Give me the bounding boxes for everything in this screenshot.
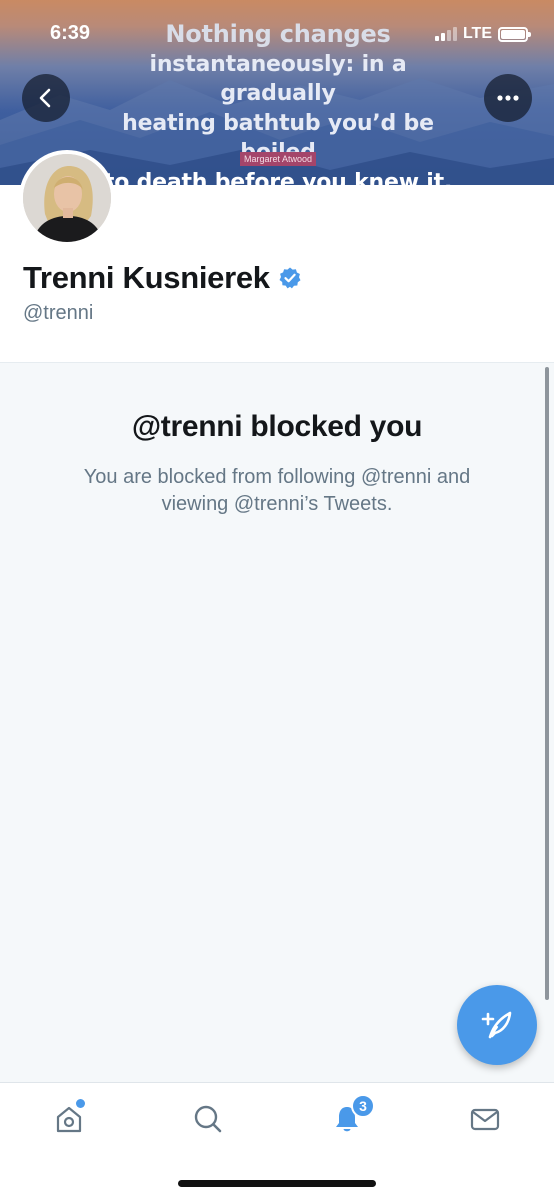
tab-notifications[interactable]: 3 — [327, 1094, 375, 1139]
compose-tweet-icon — [481, 1011, 512, 1039]
verified-badge-icon — [279, 267, 301, 289]
profile-photo — [23, 154, 111, 242]
home-indicator[interactable] — [178, 1180, 376, 1187]
tab-messages[interactable] — [465, 1099, 505, 1139]
mail-icon — [470, 1108, 500, 1131]
status-time: 6:39 — [50, 22, 91, 44]
quote-line: instantaneously: in a gradually — [149, 51, 407, 107]
blocked-message: You are blocked from following @trenni a… — [83, 466, 471, 515]
network-type: LTE — [462, 25, 492, 42]
more-horizontal-icon — [497, 95, 519, 101]
back-button[interactable] — [22, 74, 70, 122]
profile-handle: @trenni — [23, 302, 94, 324]
quote-line: Nothing changes — [165, 20, 391, 48]
search-icon — [194, 1105, 222, 1133]
tab-search[interactable] — [188, 1099, 228, 1139]
status-indicators: LTE — [434, 25, 531, 43]
battery-icon — [498, 26, 531, 42]
compose-tweet-button[interactable] — [457, 985, 537, 1065]
blocked-title: @trenni blocked you — [131, 410, 423, 443]
profile-photo-image — [23, 154, 111, 242]
scrollbar[interactable] — [545, 367, 549, 1000]
notifications-badge: 3 — [351, 1094, 375, 1118]
chevron-left-icon — [39, 88, 51, 108]
more-options-button[interactable] — [484, 74, 532, 122]
avatar[interactable] — [19, 150, 115, 246]
signal-strength-icon — [434, 27, 457, 41]
tab-home[interactable] — [49, 1099, 89, 1139]
profile-name: Trenni Kusnierek — [23, 260, 270, 295]
quote-attribution: Margaret Atwood — [240, 152, 317, 166]
quote-line: to death before you knew it. — [103, 169, 453, 186]
profile-name-row: Trenni Kusnierek — [23, 260, 302, 296]
home-new-dot — [76, 1099, 85, 1108]
